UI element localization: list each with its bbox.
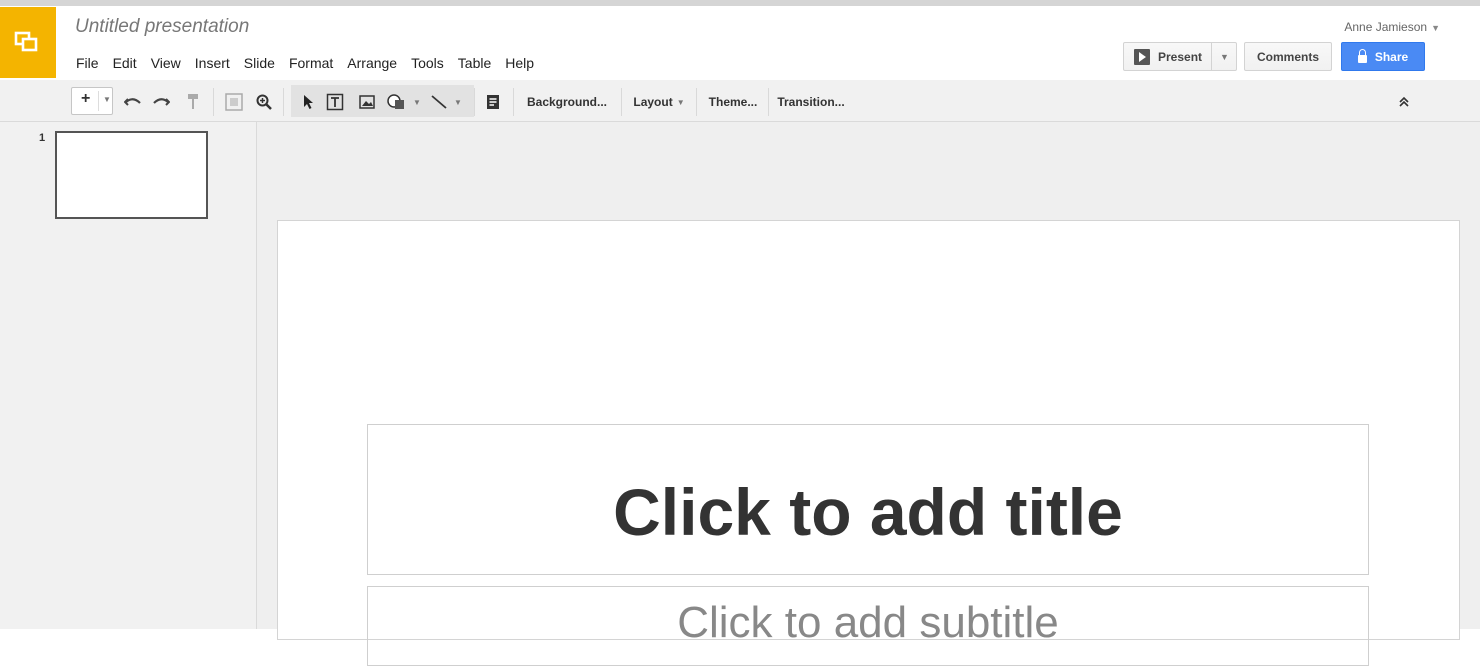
zoom-button[interactable] xyxy=(252,89,276,115)
menu-bar: File Edit View Insert Slide Format Arran… xyxy=(76,55,548,71)
textbox-icon xyxy=(326,93,344,111)
image-icon xyxy=(359,95,375,109)
menu-slide[interactable]: Slide xyxy=(244,55,275,71)
line-tool[interactable] xyxy=(427,89,451,115)
share-label: Share xyxy=(1374,49,1409,64)
divider xyxy=(768,88,769,116)
play-icon xyxy=(1134,48,1150,65)
zoom-icon xyxy=(256,94,272,110)
speaker-notes-icon xyxy=(487,95,499,109)
divider xyxy=(213,88,214,116)
chevron-down-icon: ▼ xyxy=(676,97,685,107)
toolbar: + ▼ ▼ ▼ Background... Layout ▼ Theme... … xyxy=(0,80,1480,122)
menu-edit[interactable]: Edit xyxy=(113,55,137,71)
slide-filmstrip: 1 xyxy=(0,122,257,629)
redo-button[interactable] xyxy=(149,89,173,115)
background-button[interactable]: Background... xyxy=(521,89,613,115)
divider xyxy=(283,88,284,116)
shape-icon xyxy=(387,94,404,109)
slides-logo[interactable] xyxy=(0,7,56,78)
zoom-fit-icon xyxy=(225,93,243,111)
chevron-down-icon: ▼ xyxy=(1431,23,1440,33)
undo-icon xyxy=(124,98,141,106)
menu-table[interactable]: Table xyxy=(458,55,491,71)
plus-icon: + xyxy=(81,90,91,107)
scrollbar[interactable] xyxy=(1474,122,1480,629)
divider xyxy=(621,88,622,116)
select-tool[interactable] xyxy=(297,89,321,115)
divider xyxy=(696,88,697,116)
subtitle-placeholder[interactable]: Click to add subtitle xyxy=(367,586,1369,666)
paint-format-button[interactable] xyxy=(181,89,205,115)
redo-icon xyxy=(153,98,170,106)
menu-tools[interactable]: Tools xyxy=(411,55,444,71)
top-border xyxy=(0,0,1480,7)
menu-insert[interactable]: Insert xyxy=(195,55,230,71)
account-menu[interactable]: Anne Jamieson ▼ xyxy=(1344,20,1440,34)
image-tool[interactable] xyxy=(355,89,379,115)
present-button[interactable]: Present ▼ xyxy=(1123,42,1237,71)
menu-file[interactable]: File xyxy=(76,55,99,71)
slides-logo-icon xyxy=(14,31,38,52)
title-placeholder[interactable]: Click to add title xyxy=(367,424,1369,575)
divider xyxy=(474,88,475,116)
divider xyxy=(98,91,99,111)
lock-icon xyxy=(1357,48,1367,63)
menu-help[interactable]: Help xyxy=(505,55,534,71)
line-dropdown-icon[interactable]: ▼ xyxy=(453,89,463,115)
speaker-notes-button[interactable] xyxy=(481,89,505,115)
select-icon xyxy=(304,95,313,109)
divider xyxy=(1211,43,1212,70)
comments-button[interactable]: Comments xyxy=(1244,42,1332,71)
present-label: Present xyxy=(1158,49,1203,64)
layout-button[interactable]: Layout ▼ xyxy=(629,89,689,115)
shape-dropdown-icon[interactable]: ▼ xyxy=(412,89,422,115)
share-button[interactable]: Share xyxy=(1341,42,1425,71)
line-icon xyxy=(431,95,447,109)
slide-thumbnail[interactable] xyxy=(55,131,208,219)
menu-format[interactable]: Format xyxy=(289,55,333,71)
paint-format-icon xyxy=(188,94,198,109)
menu-arrange[interactable]: Arrange xyxy=(347,55,397,71)
shape-tool[interactable] xyxy=(382,89,412,115)
collapse-icon xyxy=(1399,96,1409,107)
menu-view[interactable]: View xyxy=(151,55,181,71)
new-slide-button[interactable]: + ▼ xyxy=(71,87,113,115)
user-name: Anne Jamieson xyxy=(1344,20,1428,34)
layout-label: Layout xyxy=(633,95,673,109)
transition-button[interactable]: Transition... xyxy=(777,89,845,115)
zoom-fit-button[interactable] xyxy=(222,89,246,115)
slide-number: 1 xyxy=(39,132,46,144)
present-dropdown-icon[interactable]: ▼ xyxy=(1220,52,1229,62)
theme-button[interactable]: Theme... xyxy=(704,89,762,115)
divider xyxy=(513,88,514,116)
document-title[interactable]: Untitled presentation xyxy=(75,16,249,38)
chevron-down-icon[interactable]: ▼ xyxy=(103,95,111,104)
collapse-toolbar-button[interactable] xyxy=(1394,89,1414,115)
undo-button[interactable] xyxy=(121,89,145,115)
textbox-tool[interactable] xyxy=(323,89,347,115)
